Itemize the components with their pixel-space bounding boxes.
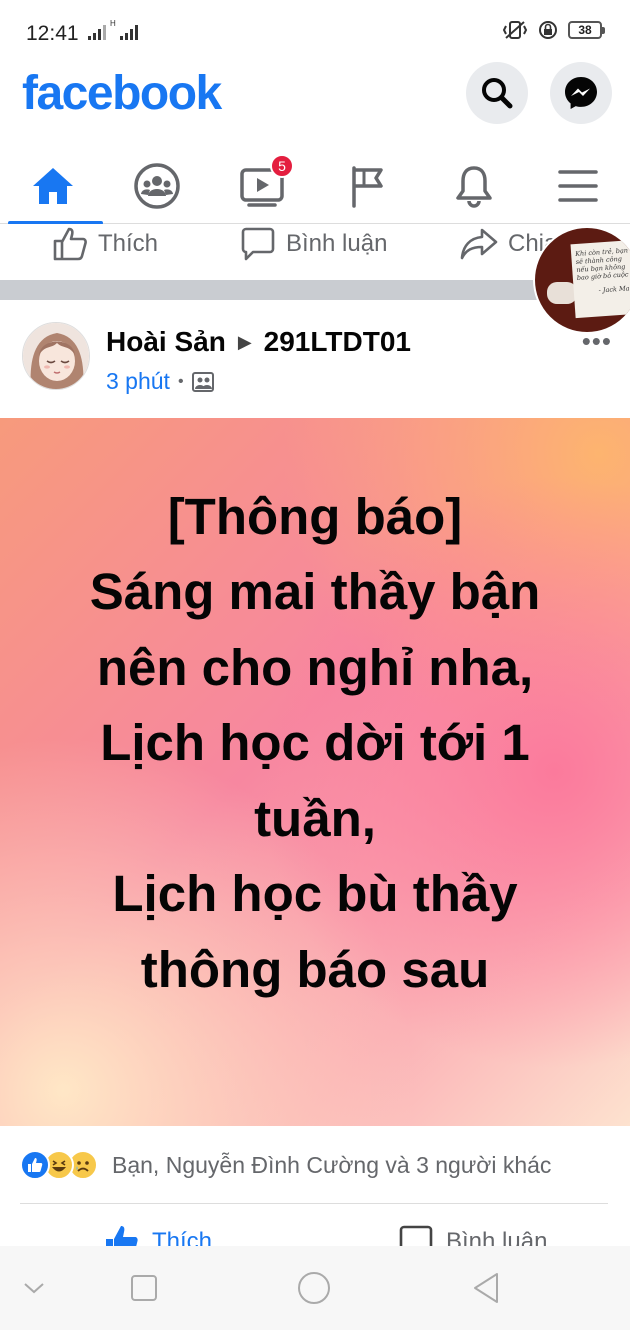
status-bar: 12:41 H 38 [0, 0, 630, 62]
post-author-name[interactable]: Hoài Sản [106, 326, 226, 358]
home-circle-icon[interactable] [294, 1270, 334, 1306]
post-background-card: [Thông báo] Sáng mai thầy bận nên cho ng… [0, 418, 630, 1126]
facebook-logo[interactable]: facebook [22, 66, 222, 121]
comment-button[interactable]: Bình luận [398, 1224, 547, 1248]
like-filled-icon [106, 1226, 138, 1248]
reactions-text: Bạn, Nguyễn Đình Cường và 3 người khác [112, 1152, 552, 1178]
post-text-line: nên cho nghỉ nha, [96, 638, 534, 696]
status-time: 12:41 [26, 22, 79, 45]
post-text-line: tuần, [254, 789, 376, 847]
back-chevron-icon[interactable] [14, 1270, 54, 1306]
vibrate-icon [502, 21, 528, 39]
search-icon [482, 78, 513, 109]
tab-watch[interactable]: 5 [212, 148, 312, 224]
comment-outline-icon [241, 227, 275, 261]
share-outline-icon [460, 228, 498, 260]
network-type-label: H [110, 19, 116, 28]
prev-comment-button[interactable]: Bình luận [240, 226, 387, 262]
messenger-button[interactable] [550, 62, 612, 124]
arrow-right-icon: ▶ [237, 331, 252, 352]
prev-like-button[interactable]: Thích [52, 226, 158, 262]
back-triangle-icon[interactable] [466, 1270, 506, 1306]
recents-icon[interactable] [124, 1270, 164, 1306]
messenger-icon [565, 77, 597, 109]
post-group-name[interactable]: 291LTDT01 [264, 326, 411, 358]
author-avatar[interactable] [22, 322, 90, 390]
comment-icon [399, 1225, 433, 1248]
post-text-line: thông báo sau [140, 940, 490, 998]
chat-head-quote-author: - Jack Ma - [598, 283, 630, 294]
like-reaction-icon [20, 1150, 50, 1180]
prev-comment-label: Bình luận [286, 230, 388, 257]
tab-notifications[interactable] [424, 148, 524, 224]
search-button[interactable] [466, 62, 528, 124]
groups-icon [134, 163, 180, 209]
post-text-line: Sáng mai thầy bận [89, 563, 541, 621]
home-icon [33, 168, 73, 204]
watch-badge: 5 [270, 154, 294, 178]
post-actions: Thích Bình luận [0, 1204, 630, 1248]
battery-indicator: 38 [568, 21, 605, 39]
like-label: Thích [152, 1228, 213, 1248]
anime-avatar-image [23, 323, 89, 389]
post-author-line: Hoài Sản ▶ 291LTDT01 [106, 326, 411, 358]
group-privacy-icon [191, 371, 214, 392]
chat-head-bubble[interactable]: Khi còn trẻ, bạn sẽ thành công nếu bạn k… [533, 226, 630, 334]
tab-pages[interactable] [318, 148, 418, 224]
post-text-line: [Thông báo] [167, 487, 463, 545]
comment-label: Bình luận [446, 1228, 548, 1248]
hamburger-icon [558, 170, 598, 202]
reaction-icons [20, 1150, 98, 1180]
flag-icon [352, 166, 383, 208]
like-outline-icon [53, 227, 87, 261]
reactions-summary[interactable]: Bạn, Nguyễn Đình Cường và 3 người khác [0, 1126, 630, 1204]
tab-menu[interactable] [528, 148, 628, 224]
tab-groups[interactable] [107, 148, 207, 224]
post-text-line: Lịch học dời tới 1 [100, 714, 530, 772]
post-time[interactable]: 3 phút [106, 368, 170, 395]
meta-separator: • [177, 372, 184, 390]
post-text-line: Lịch học bù thầy [112, 865, 518, 923]
like-button[interactable]: Thích [104, 1224, 212, 1248]
app-header: facebook [0, 62, 630, 130]
chat-head-quote-card: Khi còn trẻ, bạn sẽ thành công nếu bạn k… [570, 239, 630, 319]
tab-home[interactable] [3, 148, 103, 225]
post-text: [Thông báo] Sáng mai thầy bận nên cho ng… [35, 479, 595, 1007]
bell-icon [456, 166, 492, 208]
signal-icon [88, 24, 106, 40]
main-nav: 5 [0, 148, 630, 225]
post-header: Hoài Sản ▶ 291LTDT01 3 phút • ••• [0, 300, 630, 418]
post-meta: 3 phút • [106, 368, 214, 395]
signal-icon-2 [120, 24, 138, 40]
system-nav-bar [0, 1246, 630, 1330]
chat-head-quote: Khi còn trẻ, bạn sẽ thành công nếu bạn k… [574, 246, 629, 283]
lock-rotation-icon [539, 21, 557, 39]
prev-like-label: Thích [98, 230, 159, 257]
